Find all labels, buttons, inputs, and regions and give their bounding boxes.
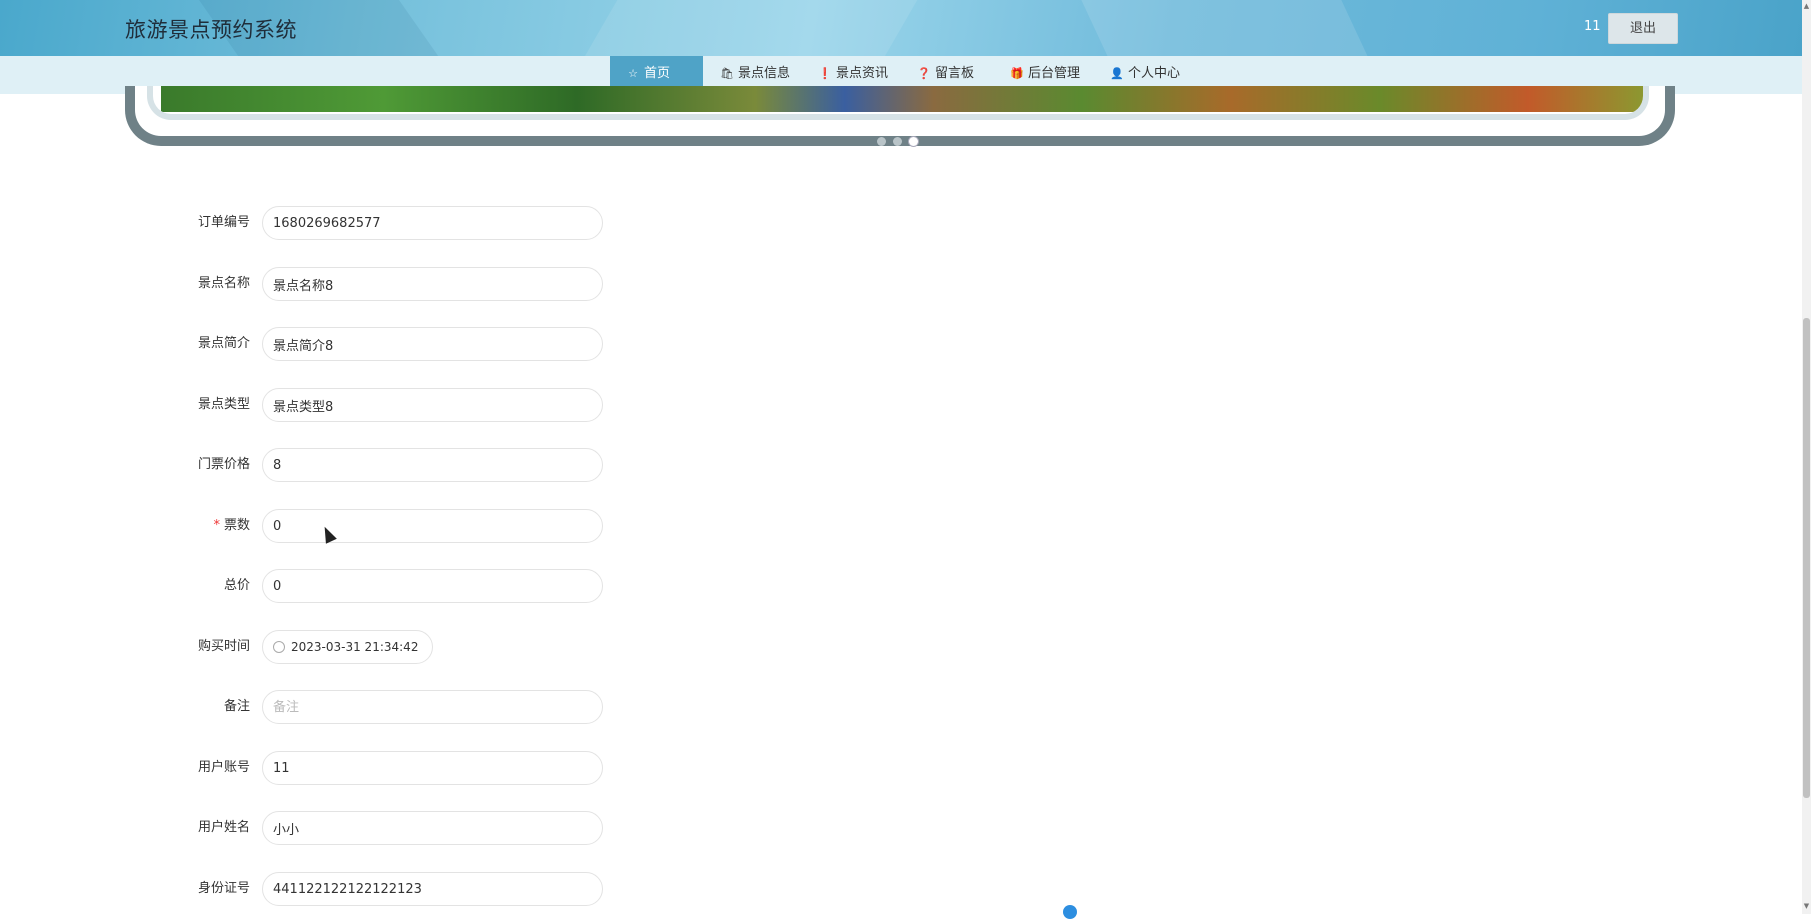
carousel-inner-frame — [147, 86, 1649, 120]
form-row-ticket-count: * 票数 — [0, 509, 700, 543]
site-title: 旅游景点预约系统 — [125, 18, 297, 42]
logout-button[interactable]: 退出 — [1608, 13, 1678, 44]
form-row-ticket-price: 门票价格 — [0, 448, 700, 482]
scenic-name-input[interactable] — [262, 267, 603, 301]
scenic-intro-input[interactable] — [262, 327, 603, 361]
nav-item-label: 首页 — [644, 66, 671, 81]
form-row-user-account: 用户账号 — [0, 751, 700, 785]
order-no-input[interactable] — [262, 206, 603, 240]
id-number-label: 身份证号 — [197, 881, 250, 896]
remark-label: 备注 — [223, 699, 250, 714]
required-mark: * — [213, 518, 220, 533]
username-label[interactable]: 11 — [1584, 19, 1601, 34]
carousel-image[interactable] — [161, 86, 1643, 112]
top-header: 旅游景点预约系统 11 退出 — [0, 0, 1802, 56]
nav-item-label: 后台管理 — [1028, 66, 1081, 81]
form-row-user-name: 用户姓名 — [0, 811, 700, 845]
scenic-intro-label: 景点简介 — [197, 336, 250, 351]
purchase-time-label: 购买时间 — [197, 639, 250, 654]
ticket-count-label-text: 票数 — [223, 518, 250, 533]
remark-input[interactable] — [262, 690, 603, 724]
nav-item-label: 景点信息 — [738, 66, 791, 81]
user-name-label: 用户姓名 — [197, 820, 250, 835]
form-row-total-price: 总价 — [0, 569, 700, 603]
total-price-label: 总价 — [223, 578, 250, 593]
scroll-down-arrow[interactable]: ▼ — [1803, 902, 1810, 910]
ticket-count-input[interactable] — [262, 509, 603, 543]
scenic-type-input[interactable] — [262, 388, 603, 422]
form-row-remark: 备注 — [0, 690, 700, 724]
nav-item-label: 个人中心 — [1128, 66, 1181, 81]
carousel-dot[interactable] — [877, 137, 886, 146]
id-number-input[interactable] — [262, 872, 603, 906]
nav-item-label: 景点资讯 — [836, 66, 889, 81]
form-row-id-number: 身份证号 — [0, 872, 700, 906]
user-name-input[interactable] — [262, 811, 603, 845]
ticket-count-label: * 票数 — [160, 509, 250, 543]
carousel-dot[interactable] — [893, 137, 902, 146]
carousel-dot-active[interactable] — [909, 137, 918, 146]
form-row-scenic-name: 景点名称 — [0, 267, 700, 301]
form-row-scenic-intro: 景点简介 — [0, 327, 700, 361]
header-decoration — [559, 0, 941, 56]
form-row-order-no: 订单编号 — [0, 206, 700, 240]
order-no-label: 订单编号 — [197, 215, 250, 230]
user-account-input[interactable] — [262, 751, 603, 785]
floating-indicator[interactable] — [1063, 905, 1077, 919]
ticket-price-label: 门票价格 — [197, 457, 250, 472]
purchase-time-picker[interactable]: 2023-03-31 21:34:42 — [262, 630, 433, 664]
scrollbar-thumb[interactable] — [1803, 318, 1810, 798]
purchase-time-value: 2023-03-31 21:34:42 — [291, 640, 419, 654]
user-account-label: 用户账号 — [197, 760, 250, 775]
form-row-scenic-type: 景点类型 — [0, 388, 700, 422]
scenic-type-label: 景点类型 — [197, 397, 250, 412]
scroll-up-arrow[interactable]: ▲ — [1803, 2, 1810, 10]
ticket-price-input[interactable] — [262, 448, 603, 482]
header-decoration — [1072, 0, 1388, 56]
carousel-indicators — [877, 131, 925, 146]
scenic-name-label: 景点名称 — [197, 276, 250, 291]
form-row-purchase-time: 购买时间 2023-03-31 21:34:42 — [0, 630, 700, 664]
clock-icon — [273, 640, 285, 653]
total-price-input[interactable] — [262, 569, 603, 603]
nav-item-label: 留言板 — [935, 66, 975, 81]
